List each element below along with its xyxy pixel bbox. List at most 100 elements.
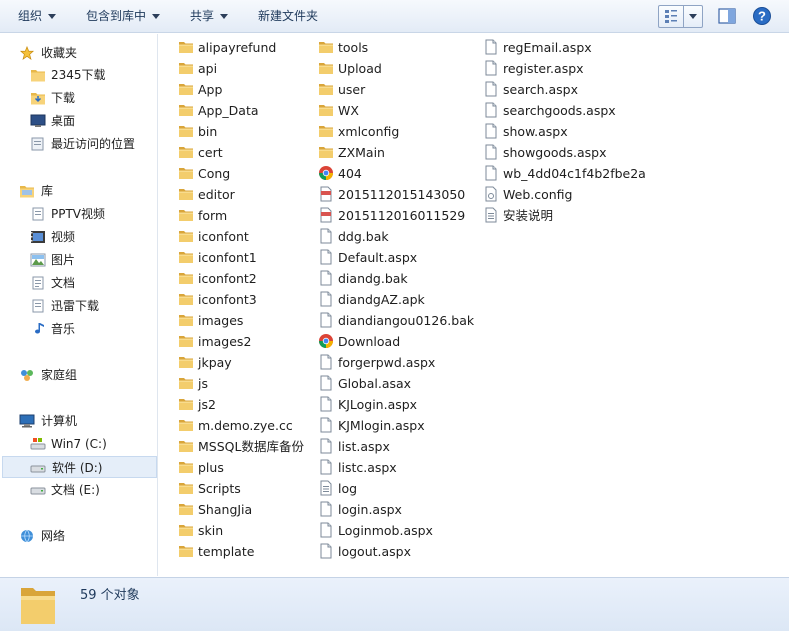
nav-lib-pictures[interactable]: 图片 — [0, 249, 158, 271]
file-name: Scripts — [198, 481, 241, 496]
file-icon — [485, 165, 497, 181]
nav-computer[interactable]: 计算机 — [0, 410, 158, 432]
windows-drive-icon — [30, 438, 46, 450]
file-name: js2 — [198, 397, 216, 412]
folder-icon — [179, 189, 193, 200]
computer-icon — [19, 414, 35, 428]
file-name: login.aspx — [338, 502, 402, 517]
file-name: diandgAZ.apk — [338, 292, 425, 307]
nav-fav-desktop-label: 桌面 — [51, 114, 76, 128]
folder-icon — [319, 105, 333, 116]
chrome-icon — [318, 166, 334, 181]
network-icon — [21, 529, 33, 543]
downloads-folder-icon — [31, 93, 45, 105]
folder-icon — [21, 588, 55, 624]
file-name: wb_4dd04c1f4b2fbe2a — [503, 166, 646, 181]
nav-fav-2345[interactable]: 2345下载 — [0, 64, 158, 86]
nav-drive-d[interactable]: 软件 (D:) — [2, 456, 157, 478]
change-view-button[interactable] — [658, 5, 703, 28]
homegroup-icon — [21, 370, 33, 381]
file-name: iconfont — [198, 229, 249, 244]
file-name: iconfont3 — [198, 292, 257, 307]
include-in-library-button[interactable]: 包含到库中 — [86, 0, 161, 33]
folder-icon — [319, 63, 333, 74]
nav-drive-d-label: 软件 (D:) — [52, 461, 103, 475]
file-name: log — [338, 481, 358, 496]
nav-lib-videos[interactable]: 视频 — [0, 226, 158, 248]
file-name: show.aspx — [503, 124, 568, 139]
document-library-icon — [32, 207, 44, 221]
archive-file-icon — [320, 186, 332, 202]
folder-icon — [179, 378, 193, 389]
nav-drive-c[interactable]: Win7 (C:) — [0, 433, 158, 455]
drive-icon — [30, 487, 46, 495]
nav-homegroup[interactable]: 家庭组 — [0, 364, 158, 386]
file-name: m.demo.zye.cc — [198, 418, 293, 433]
file-icon — [320, 417, 332, 433]
file-name: Loginmob.aspx — [338, 523, 433, 538]
svg-text:?: ? — [758, 9, 766, 24]
new-folder-button[interactable]: 新建文件夹 — [258, 0, 318, 33]
file-name: list.aspx — [338, 439, 390, 454]
nav-lib-pictures-label: 图片 — [51, 253, 76, 267]
nav-libraries[interactable]: 库 — [0, 180, 158, 202]
file-name: App — [198, 82, 223, 97]
file-name: editor — [198, 187, 235, 202]
nav-fav-desktop[interactable]: 桌面 — [0, 110, 158, 132]
nav-homegroup-label: 家庭组 — [41, 368, 78, 382]
folder-icon — [319, 126, 333, 137]
folder-icon — [179, 315, 193, 326]
archive-file-icon — [320, 207, 332, 223]
preview-pane-button[interactable] — [717, 6, 737, 26]
nav-lib-pptv[interactable]: PPTV视频 — [0, 203, 158, 225]
file-name: ShangJia — [198, 502, 253, 517]
share-button[interactable]: 共享 — [190, 0, 229, 33]
folder-icon — [179, 357, 193, 368]
nav-network[interactable]: 网络 — [0, 525, 158, 547]
file-icon — [485, 123, 497, 139]
file-name: search.aspx — [503, 82, 578, 97]
file-name: 安装说明 — [503, 208, 554, 223]
file-name: xmlconfig — [338, 124, 400, 139]
folder-icon — [179, 231, 193, 242]
file-icon — [320, 438, 332, 454]
document-icon — [32, 276, 44, 290]
file-name: Web.config — [503, 187, 573, 202]
nav-drive-e[interactable]: 文档 (E:) — [0, 479, 158, 501]
file-icon — [320, 249, 332, 265]
nav-lib-documents[interactable]: 文档 — [0, 272, 158, 294]
nav-lib-music[interactable]: 音乐 — [0, 318, 158, 340]
nav-fav-downloads[interactable]: 下载 — [0, 87, 158, 109]
file-name: Download — [338, 334, 401, 349]
folder-icon — [179, 483, 193, 494]
nav-lib-xunlei[interactable]: 迅雷下载 — [0, 295, 158, 317]
chevron-down-icon[interactable] — [689, 14, 697, 19]
file-name: 2015112016011529 — [338, 208, 466, 223]
file-name: Upload — [338, 61, 382, 76]
file-icon — [320, 354, 332, 370]
file-name: Global.asax — [338, 376, 412, 391]
file-icon — [320, 522, 332, 538]
recent-places-icon — [31, 137, 44, 151]
file-icon — [320, 291, 332, 307]
nav-favorites[interactable]: 收藏夹 — [0, 42, 158, 64]
preview-pane-icon — [718, 8, 736, 24]
help-button[interactable]: ? — [752, 6, 772, 26]
file-name: MSSQL数据库备份 — [198, 439, 304, 454]
file-name: template — [198, 544, 255, 559]
folder-icon — [179, 294, 193, 305]
organize-button[interactable]: 组织 — [18, 0, 57, 33]
nav-drive-e-label: 文档 (E:) — [51, 483, 100, 497]
file-name: register.aspx — [503, 61, 584, 76]
file-icon — [485, 39, 497, 55]
file-icon — [485, 60, 497, 76]
nav-fav-recent[interactable]: 最近访问的位置 — [0, 133, 158, 155]
file-icon — [320, 543, 332, 559]
file-list: alipayrefund api App App_Data bin cert Cong edi… — [160, 34, 789, 576]
file-name: WX — [338, 103, 359, 118]
folder-icon — [319, 147, 333, 158]
file-name: showgoods.aspx — [503, 145, 607, 160]
folder-icon — [179, 525, 193, 536]
details-pane: 59 个对象 — [0, 577, 789, 631]
file-name: cert — [198, 145, 223, 160]
